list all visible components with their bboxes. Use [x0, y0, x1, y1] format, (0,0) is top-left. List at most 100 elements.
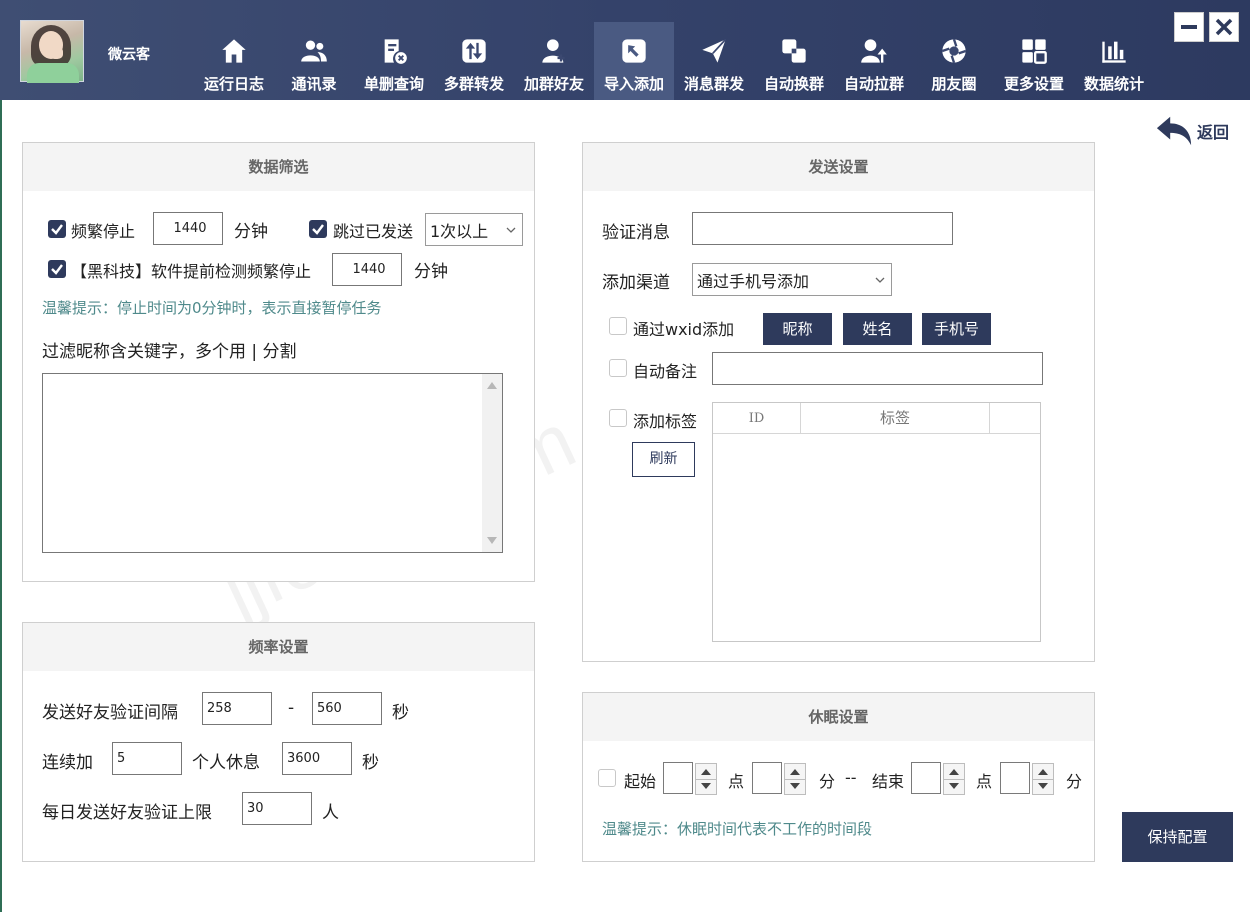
rest-input[interactable]: 3600 [282, 742, 352, 775]
nav-label: 单删查询 [363, 75, 424, 93]
nav-statistics[interactable]: 数据统计 [1074, 22, 1154, 100]
nav-forward[interactable]: 多群转发 [434, 22, 514, 100]
close-button[interactable] [1209, 12, 1239, 42]
add-tag-checkbox[interactable] [609, 409, 627, 427]
keyword-textarea[interactable] [42, 373, 503, 553]
send-icon [699, 36, 729, 66]
window-left-border [0, 100, 2, 912]
phone-button[interactable]: 手机号 [922, 313, 991, 345]
sleep-start-label: 起始 [624, 772, 657, 791]
panel-title: 频率设置 [23, 623, 534, 671]
nav-label: 数据统计 [1083, 75, 1144, 93]
nav-label: 运行日志 [203, 75, 264, 93]
nav-run-log[interactable]: 运行日志 [194, 22, 274, 100]
end-hour-stepper[interactable] [911, 762, 965, 795]
nav-contacts[interactable]: 通讯录 [274, 22, 354, 100]
panel-title: 休眠设置 [583, 693, 1094, 741]
user-name: 微云客 [108, 47, 150, 63]
nav-add-friend[interactable]: 加群好友 [514, 22, 594, 100]
nav-label: 通讯录 [291, 75, 337, 93]
nav-label: 朋友圈 [931, 75, 977, 93]
chevron-down-icon [875, 277, 885, 283]
start-minute-stepper[interactable] [752, 762, 806, 795]
nav-label: 导入添加 [603, 75, 664, 93]
contacts-icon [299, 36, 329, 66]
tag-table: ID 标签 [712, 402, 1041, 642]
name-button[interactable]: 姓名 [843, 313, 912, 345]
bar-chart-icon [1099, 36, 1129, 66]
avatar[interactable] [20, 20, 84, 83]
switch-group-icon [779, 36, 809, 66]
daily-limit-input[interactable]: 30 [242, 792, 312, 825]
import-icon [619, 36, 649, 66]
filter-tip: 温馨提示：停止时间为0分钟时，表示直接暂停任务 [42, 299, 382, 317]
nickname-button[interactable]: 昵称 [763, 313, 832, 345]
data-filter-panel: 数据筛选 频繁停止 1440 分钟 跳过已发送 1次以上 【黑科技】软件提前检测… [22, 142, 535, 582]
interval-unit: 秒 [392, 703, 409, 723]
verify-label: 验证消息 [602, 223, 670, 243]
stepper-buttons[interactable] [943, 763, 965, 795]
nav-label: 消息群发 [683, 75, 744, 93]
moments-icon [939, 36, 969, 66]
auto-remark-checkbox[interactable] [609, 359, 627, 377]
sleep-tip: 温馨提示：休眠时间代表不工作的时间段 [602, 820, 873, 838]
nav-delete-check[interactable]: 单删查询 [354, 22, 434, 100]
freq-stop-checkbox[interactable] [48, 220, 66, 238]
blacktech-input[interactable]: 1440 [332, 253, 402, 286]
wxid-label: 通过wxid添加 [633, 320, 735, 339]
save-config-button[interactable]: 保持配置 [1122, 812, 1233, 862]
stepper-buttons[interactable] [784, 763, 806, 795]
minute-unit: 分 [819, 772, 836, 791]
blacktech-unit: 分钟 [414, 262, 448, 282]
hour-unit: 点 [728, 772, 745, 791]
refresh-button[interactable]: 刷新 [632, 442, 695, 477]
minimize-button[interactable] [1174, 12, 1204, 42]
continuous-label: 连续加 [42, 753, 93, 773]
keyword-label: 过滤昵称含关键字，多个用 | 分割 [42, 342, 297, 362]
nav-auto-switch-group[interactable]: 自动换群 [754, 22, 834, 100]
daily-limit-label: 每日发送好友验证上限 [42, 803, 212, 823]
blacktech-label: 【黑科技】软件提前检测频繁停止 [71, 262, 312, 281]
nav-moments[interactable]: 朋友圈 [914, 22, 994, 100]
verify-message-input[interactable] [692, 212, 953, 245]
send-settings-panel: 发送设置 验证消息 添加渠道 通过手机号添加 通过wxid添加 昵称 姓名 手机… [582, 142, 1095, 662]
nav-auto-pull-group[interactable]: 自动拉群 [834, 22, 914, 100]
close-icon [1215, 18, 1233, 36]
home-icon [219, 36, 249, 66]
wxid-checkbox[interactable] [609, 317, 627, 335]
nav-more-settings[interactable]: 更多设置 [994, 22, 1074, 100]
end-minute-stepper[interactable] [1000, 762, 1054, 795]
minimize-icon [1181, 25, 1197, 29]
grid-icon [1019, 36, 1049, 66]
skip-sent-checkbox[interactable] [309, 220, 327, 238]
nav-label: 多群转发 [443, 75, 504, 93]
scrollbar[interactable] [482, 374, 502, 552]
interval-min-input[interactable]: 258 [202, 692, 272, 725]
start-hour-stepper[interactable] [663, 762, 717, 795]
nav-import-add[interactable]: 导入添加 [594, 22, 674, 100]
nav-label: 自动换群 [763, 75, 824, 93]
auto-remark-input[interactable] [712, 352, 1043, 385]
back-button[interactable]: 返回 [1155, 114, 1239, 148]
continuous-input[interactable]: 5 [112, 742, 182, 775]
skip-sent-value: 1次以上 [430, 221, 489, 241]
nav-label: 更多设置 [1003, 75, 1064, 93]
back-arrow-icon [1156, 116, 1192, 146]
stepper-buttons[interactable] [695, 763, 717, 795]
auto-remark-label: 自动备注 [633, 362, 698, 381]
interval-separator: - [288, 698, 295, 718]
channel-select[interactable]: 通过手机号添加 [692, 263, 892, 296]
interval-max-input[interactable]: 560 [312, 692, 382, 725]
nav-mass-message[interactable]: 消息群发 [674, 22, 754, 100]
rest-label: 个人休息 [192, 753, 260, 773]
freq-stop-label: 频繁停止 [71, 222, 136, 241]
pull-group-icon [859, 36, 889, 66]
skip-sent-select[interactable]: 1次以上 [425, 213, 523, 246]
stepper-buttons[interactable] [1032, 763, 1054, 795]
sleep-checkbox[interactable] [598, 769, 616, 787]
delete-check-icon [379, 36, 409, 66]
freq-stop-input[interactable]: 1440 [153, 212, 223, 245]
frequency-panel: 频率设置 发送好友验证间隔 258 - 560 秒 连续加 5 个人休息 360… [22, 622, 535, 862]
blacktech-checkbox[interactable] [48, 260, 66, 278]
minute-unit: 分 [1066, 772, 1083, 791]
